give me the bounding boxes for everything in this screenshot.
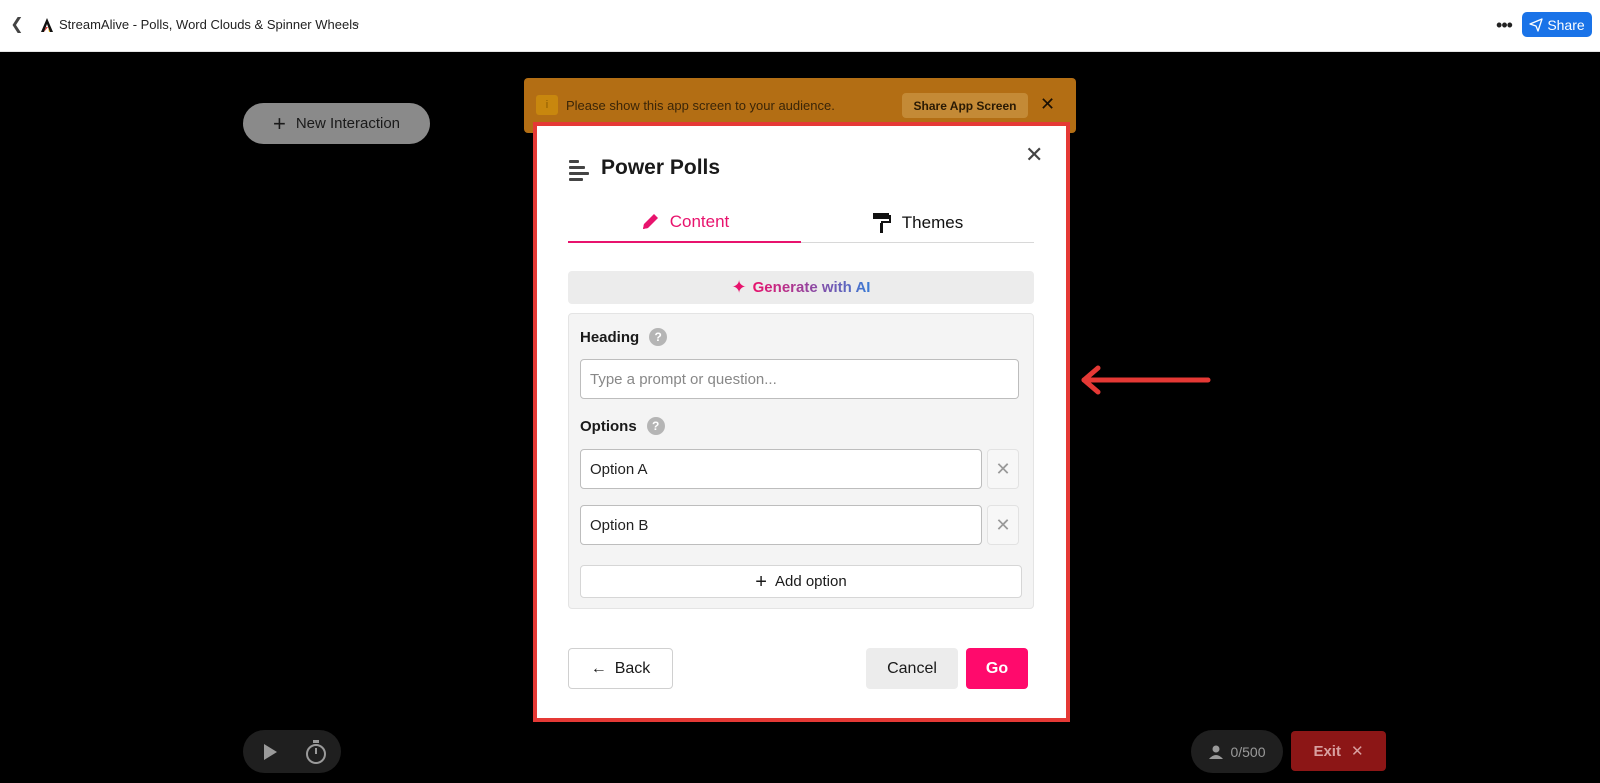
banner-message: Please show this app screen to your audi… xyxy=(566,98,835,113)
share-app-screen-button[interactable]: Share App Screen xyxy=(902,93,1028,118)
top-bar: ❮ StreamAlive - Polls, Word Clouds & Spi… xyxy=(0,0,1600,52)
option-b-input[interactable] xyxy=(580,505,982,545)
cancel-button[interactable]: Cancel xyxy=(866,648,958,689)
close-icon: ✕ xyxy=(995,458,1011,479)
exit-label: Exit xyxy=(1313,742,1341,760)
send-icon xyxy=(1529,17,1543,32)
annotation-arrow-icon xyxy=(1081,365,1211,395)
heading-input[interactable] xyxy=(580,359,1019,399)
heading-label: Heading xyxy=(580,328,640,346)
back-chevron-icon[interactable]: ❮ xyxy=(8,12,26,36)
option-a-input[interactable] xyxy=(580,449,982,489)
participant-count-label: 0/500 xyxy=(1230,743,1266,760)
new-interaction-button[interactable]: + New Interaction xyxy=(243,103,430,144)
tab-themes-label: Themes xyxy=(901,212,964,232)
remove-option-a-button[interactable]: ✕ xyxy=(987,449,1019,489)
share-button[interactable]: Share xyxy=(1522,12,1592,37)
info-icon: i xyxy=(536,95,558,115)
new-interaction-label: New Interaction xyxy=(295,115,401,132)
participant-count: 0/500 xyxy=(1191,730,1283,773)
tab-content[interactable]: Content xyxy=(568,202,801,243)
heading-label-row: Heading ? xyxy=(580,328,668,346)
tab-bar: Content Themes xyxy=(568,202,1034,243)
highlight-frame: ✕ Power Polls Content Themes ✦ Generate … xyxy=(533,122,1070,722)
close-icon: ✕ xyxy=(995,514,1011,535)
timer-icon[interactable] xyxy=(305,739,327,765)
options-label: Options xyxy=(580,417,637,435)
app-title: StreamAlive - Polls, Word Clouds & Spinn… xyxy=(59,17,359,32)
pencil-icon xyxy=(642,213,658,229)
paint-roller-icon xyxy=(872,212,891,233)
back-button[interactable]: ← Back xyxy=(568,648,673,689)
options-label-row: Options ? xyxy=(580,417,665,435)
arrow-left-icon: ← xyxy=(590,659,607,677)
help-icon[interactable]: ? xyxy=(649,328,668,346)
back-label: Back xyxy=(614,659,651,677)
generate-with-ai-button[interactable]: ✦ Generate with AI xyxy=(568,271,1034,304)
chevron-down-icon[interactable]: ⌄ xyxy=(352,16,361,29)
go-button[interactable]: Go xyxy=(966,648,1028,689)
plus-icon: + xyxy=(272,110,286,136)
close-icon[interactable]: ✕ xyxy=(1025,142,1043,168)
user-icon xyxy=(1209,745,1224,759)
poll-form-panel: Heading ? Options ? ✕ ✕ + Add option xyxy=(568,313,1034,609)
play-icon[interactable] xyxy=(261,742,279,762)
banner-close-icon[interactable]: ✕ xyxy=(1040,94,1055,115)
add-option-button[interactable]: + Add option xyxy=(580,565,1022,598)
poll-bars-icon xyxy=(569,160,591,181)
share-label: Share xyxy=(1547,16,1585,33)
remove-option-b-button[interactable]: ✕ xyxy=(987,505,1019,545)
modal-title: Power Polls xyxy=(601,156,721,179)
help-icon[interactable]: ? xyxy=(646,417,665,435)
app-logo-icon xyxy=(41,18,53,32)
tab-themes[interactable]: Themes xyxy=(801,202,1034,243)
close-icon: ✕ xyxy=(1350,743,1364,760)
tab-content-label: Content xyxy=(669,211,730,231)
sparkle-icon: ✦ xyxy=(731,277,747,297)
add-option-label: Add option xyxy=(774,573,847,590)
plus-icon: + xyxy=(755,570,767,593)
playback-controls xyxy=(243,730,341,773)
generate-with-ai-label: Generate with AI xyxy=(752,279,871,296)
more-options-button[interactable]: ••• xyxy=(1491,12,1517,38)
exit-button[interactable]: Exit ✕ xyxy=(1291,731,1386,771)
power-polls-modal: ✕ Power Polls Content Themes ✦ Generate … xyxy=(537,126,1066,718)
